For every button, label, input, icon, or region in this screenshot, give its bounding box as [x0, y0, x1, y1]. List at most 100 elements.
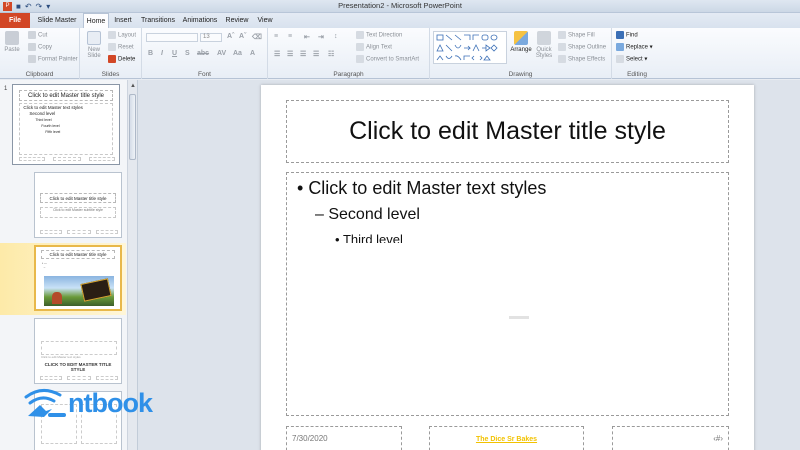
shape-effects-button[interactable]: Shape Effects — [558, 55, 605, 63]
quick-styles-button[interactable]: Quick Styles — [533, 31, 555, 59]
arrange-button[interactable]: Arrange — [510, 31, 532, 53]
font-name-box[interactable] — [146, 33, 198, 42]
tab-review[interactable]: Review — [224, 13, 250, 28]
slide-canvas[interactable]: Click to edit Master title style • Click… — [261, 85, 754, 450]
new-slide-button[interactable]: New Slide — [83, 31, 105, 59]
layout-button[interactable]: Layout — [108, 31, 136, 39]
thumbnail-layout-section-header[interactable]: CLICK TO EDIT MASTER TITLE STYLE Click t… — [34, 318, 122, 384]
clear-formatting-button[interactable]: ⌫ — [252, 33, 262, 41]
align-right-button[interactable]: ☰ — [300, 50, 306, 58]
increase-indent-button[interactable]: ⇥ — [318, 33, 324, 41]
placeholder-resize-handle[interactable] — [509, 316, 529, 319]
align-text-button[interactable]: Align Text — [356, 43, 392, 51]
ribbon: Paste Cut Copy Format Painter Clipboard … — [0, 28, 800, 79]
thumb-game-character — [52, 292, 62, 304]
effects-icon — [558, 55, 566, 63]
thumb-layout3-title: Click to edit Master title style — [41, 250, 115, 259]
align-center-button[interactable]: ☰ — [287, 50, 293, 58]
bold-button[interactable]: B — [148, 50, 153, 57]
tab-insert[interactable]: Insert — [111, 13, 135, 28]
char-spacing-button[interactable]: AV — [217, 50, 226, 57]
shape-outline-button[interactable]: Shape Outline — [558, 43, 606, 51]
new-slide-icon — [87, 31, 101, 45]
thumb-layout4-footer-center — [67, 376, 91, 380]
paint-bucket-icon — [558, 31, 566, 39]
select-button[interactable]: Select ▾ — [616, 55, 647, 63]
thumb-layout4-box — [41, 341, 117, 355]
delete-icon — [108, 55, 116, 63]
align-text-icon — [356, 43, 364, 51]
thumb-footer-right — [89, 157, 115, 161]
footer-date-placeholder[interactable]: 7/30/2020 — [286, 426, 402, 450]
tab-home[interactable]: Home — [83, 13, 109, 28]
text-level-3: • Third level — [335, 232, 403, 243]
decrease-indent-button[interactable]: ⇤ — [304, 33, 310, 41]
replace-icon — [616, 43, 624, 51]
drawing-group: Arrange Quick Styles Shape Fill Shape Ou… — [430, 28, 612, 79]
text-level-1: • Click to edit Master text styles — [297, 178, 547, 198]
slides-group: New Slide Layout Reset Delete Slides — [80, 28, 142, 79]
thumb-layout4-footer-left — [40, 376, 62, 380]
tab-transitions[interactable]: Transitions — [139, 13, 177, 28]
replace-button[interactable]: Replace ▾ — [616, 43, 653, 51]
copy-icon — [28, 43, 36, 51]
master-text-placeholder[interactable]: • Click to edit Master text styles – Sec… — [286, 172, 729, 416]
thumb-master-body: Click to edit Master text styles Second … — [19, 103, 113, 155]
text-direction-button[interactable]: Text Direction — [356, 31, 402, 39]
shapes-gallery[interactable] — [433, 31, 507, 64]
quick-styles-icon — [537, 31, 551, 45]
justify-button[interactable]: ☰ — [313, 50, 319, 58]
delete-button[interactable]: Delete — [108, 55, 135, 63]
pencil-icon — [558, 43, 566, 51]
tab-slide-master[interactable]: Slide Master — [33, 13, 81, 28]
shape-fill-button[interactable]: Shape Fill — [558, 31, 595, 39]
thumbnail-layout-title-slide[interactable]: Click to edit Master title style Click t… — [34, 172, 122, 238]
tab-animations[interactable]: Animations — [181, 13, 219, 28]
font-group: 13 Aˆ Aˇ ⌫ B I U S abc AV Aa A Font — [142, 28, 268, 79]
format-painter-button[interactable]: Format Painter — [28, 55, 78, 63]
scissors-icon — [28, 31, 36, 39]
clipboard-group: Paste Cut Copy Format Painter Clipboard — [0, 28, 80, 79]
underline-button[interactable]: U — [172, 50, 177, 57]
smartart-icon — [356, 55, 364, 63]
thumb-footer-center — [53, 157, 81, 161]
cut-button[interactable]: Cut — [28, 31, 47, 39]
thumb-master-line5: Fifth level — [45, 130, 61, 134]
line-spacing-button[interactable]: ↕ — [334, 33, 338, 40]
tab-view[interactable]: View — [254, 13, 276, 28]
thumbnail-layout-title-content[interactable]: Click to edit Master title style • — – — [34, 245, 122, 311]
columns-button[interactable]: ☷ — [328, 50, 334, 58]
paragraph-group-label: Paragraph — [333, 71, 364, 78]
scroll-up-icon[interactable]: ▲ — [130, 83, 136, 89]
tab-file[interactable]: File — [0, 13, 30, 28]
shadow-button[interactable]: S — [185, 50, 190, 57]
master-title-placeholder[interactable]: Click to edit Master title style — [286, 100, 729, 163]
grow-font-button[interactable]: Aˆ — [227, 33, 234, 40]
footer-text-placeholder[interactable]: The Dice Sr Bakes — [429, 426, 584, 450]
strikethrough-button[interactable]: abc — [197, 50, 209, 57]
copy-button[interactable]: Copy — [28, 43, 52, 51]
shrink-font-button[interactable]: Aˇ — [239, 33, 246, 40]
master-slide-number: 1 — [4, 86, 8, 92]
powerpoint-window: P ■ ↶ ↷ ▾ Presentation2 - Microsoft Powe… — [0, 0, 800, 450]
numbering-button[interactable]: ≡ — [288, 33, 292, 40]
align-left-button[interactable]: ☰ — [274, 50, 280, 58]
change-case-button[interactable]: Aa — [233, 50, 242, 57]
brand-logo: ntbook — [20, 383, 160, 423]
font-size-box[interactable]: 13 — [200, 33, 222, 42]
paste-button[interactable]: Paste — [2, 31, 22, 53]
thumbnail-master[interactable]: Click to edit Master title style Click t… — [12, 84, 120, 165]
reset-icon — [108, 43, 116, 51]
thumb-game-image — [44, 276, 114, 306]
slide-number-placeholder[interactable]: ‹#› — [612, 426, 729, 450]
font-color-button[interactable]: A — [250, 50, 255, 57]
brush-icon — [28, 55, 36, 63]
bullets-button[interactable]: ≡ — [274, 33, 278, 40]
italic-button[interactable]: I — [161, 50, 163, 57]
binoculars-icon — [616, 31, 624, 39]
reset-button[interactable]: Reset — [108, 43, 134, 51]
scrollbar-thumb[interactable] — [129, 94, 136, 160]
find-button[interactable]: Find — [616, 31, 638, 39]
convert-smartart-button[interactable]: Convert to SmartArt — [356, 55, 419, 63]
placeholder-empty-area — [287, 243, 728, 415]
